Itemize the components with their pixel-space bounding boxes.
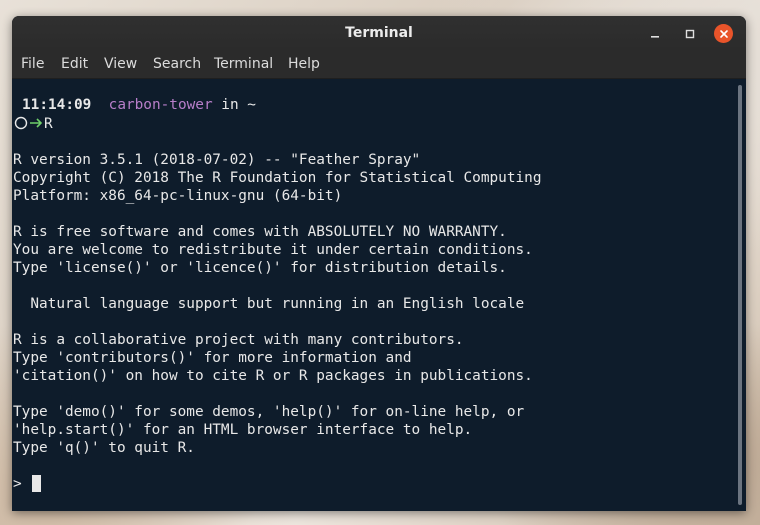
command-text: R bbox=[44, 116, 53, 132]
output-line-7: Natural language support but running in … bbox=[13, 296, 525, 312]
terminal-window: Terminal File Edit View Search Terminal … bbox=[12, 16, 746, 511]
output-line-1: R version 3.5.1 (2018-07-02) -- "Feather… bbox=[13, 152, 421, 168]
menu-view[interactable]: View bbox=[104, 50, 137, 78]
r-prompt: > bbox=[13, 476, 22, 492]
prompt-in: in bbox=[221, 97, 239, 113]
output-line-5: You are welcome to redistribute it under… bbox=[13, 242, 533, 258]
circle-icon bbox=[14, 116, 28, 130]
output-line-11: Type 'demo()' for some demos, 'help()' f… bbox=[13, 404, 525, 420]
close-button[interactable] bbox=[714, 24, 733, 43]
prompt-line: 11:14:09 carbon-tower in ~ bbox=[22, 96, 256, 114]
minimize-button[interactable] bbox=[645, 24, 664, 43]
maximize-button[interactable] bbox=[680, 24, 699, 43]
scrollbar-thumb[interactable] bbox=[738, 85, 742, 505]
text-cursor bbox=[32, 475, 42, 492]
r-prompt-line[interactable]: > bbox=[13, 475, 42, 493]
output-line-10: 'citation()' on how to cite R or R packa… bbox=[13, 368, 533, 384]
menu-file[interactable]: File bbox=[21, 50, 44, 78]
output-line-8: R is a collaborative project with many c… bbox=[13, 332, 464, 348]
menu-edit[interactable]: Edit bbox=[61, 50, 88, 78]
output-line-13: Type 'q()' to quit R. bbox=[13, 440, 195, 456]
output-line-9: Type 'contributors()' for more informati… bbox=[13, 350, 412, 366]
scrollbar[interactable] bbox=[734, 79, 746, 511]
menu-terminal[interactable]: Terminal bbox=[214, 50, 273, 78]
output-line-2: Copyright (C) 2018 The R Foundation for … bbox=[13, 170, 542, 186]
close-icon bbox=[719, 29, 728, 38]
output-line-12: 'help.start()' for an HTML browser inter… bbox=[13, 422, 473, 438]
minimize-icon bbox=[650, 35, 659, 38]
menu-search[interactable]: Search bbox=[153, 50, 201, 78]
output-line-4: R is free software and comes with ABSOLU… bbox=[13, 224, 507, 240]
prompt-host: carbon-tower bbox=[108, 97, 213, 113]
output-line-6: Type 'license()' or 'licence()' for dist… bbox=[13, 260, 507, 276]
title-bar[interactable]: Terminal bbox=[12, 16, 746, 50]
menu-bar: File Edit View Search Terminal Help bbox=[12, 50, 746, 79]
arrow-icon bbox=[30, 118, 43, 128]
maximize-icon bbox=[685, 29, 694, 38]
command-line: R bbox=[14, 115, 53, 133]
terminal-area[interactable]: 11:14:09 carbon-tower in ~ R R version 3… bbox=[12, 79, 734, 511]
prompt-dir: ~ bbox=[247, 97, 256, 113]
window-title: Terminal bbox=[345, 25, 413, 41]
prompt-time: 11:14:09 bbox=[22, 97, 92, 113]
menu-help[interactable]: Help bbox=[288, 50, 320, 78]
output-line-3: Platform: x86_64-pc-linux-gnu (64-bit) bbox=[13, 188, 343, 204]
